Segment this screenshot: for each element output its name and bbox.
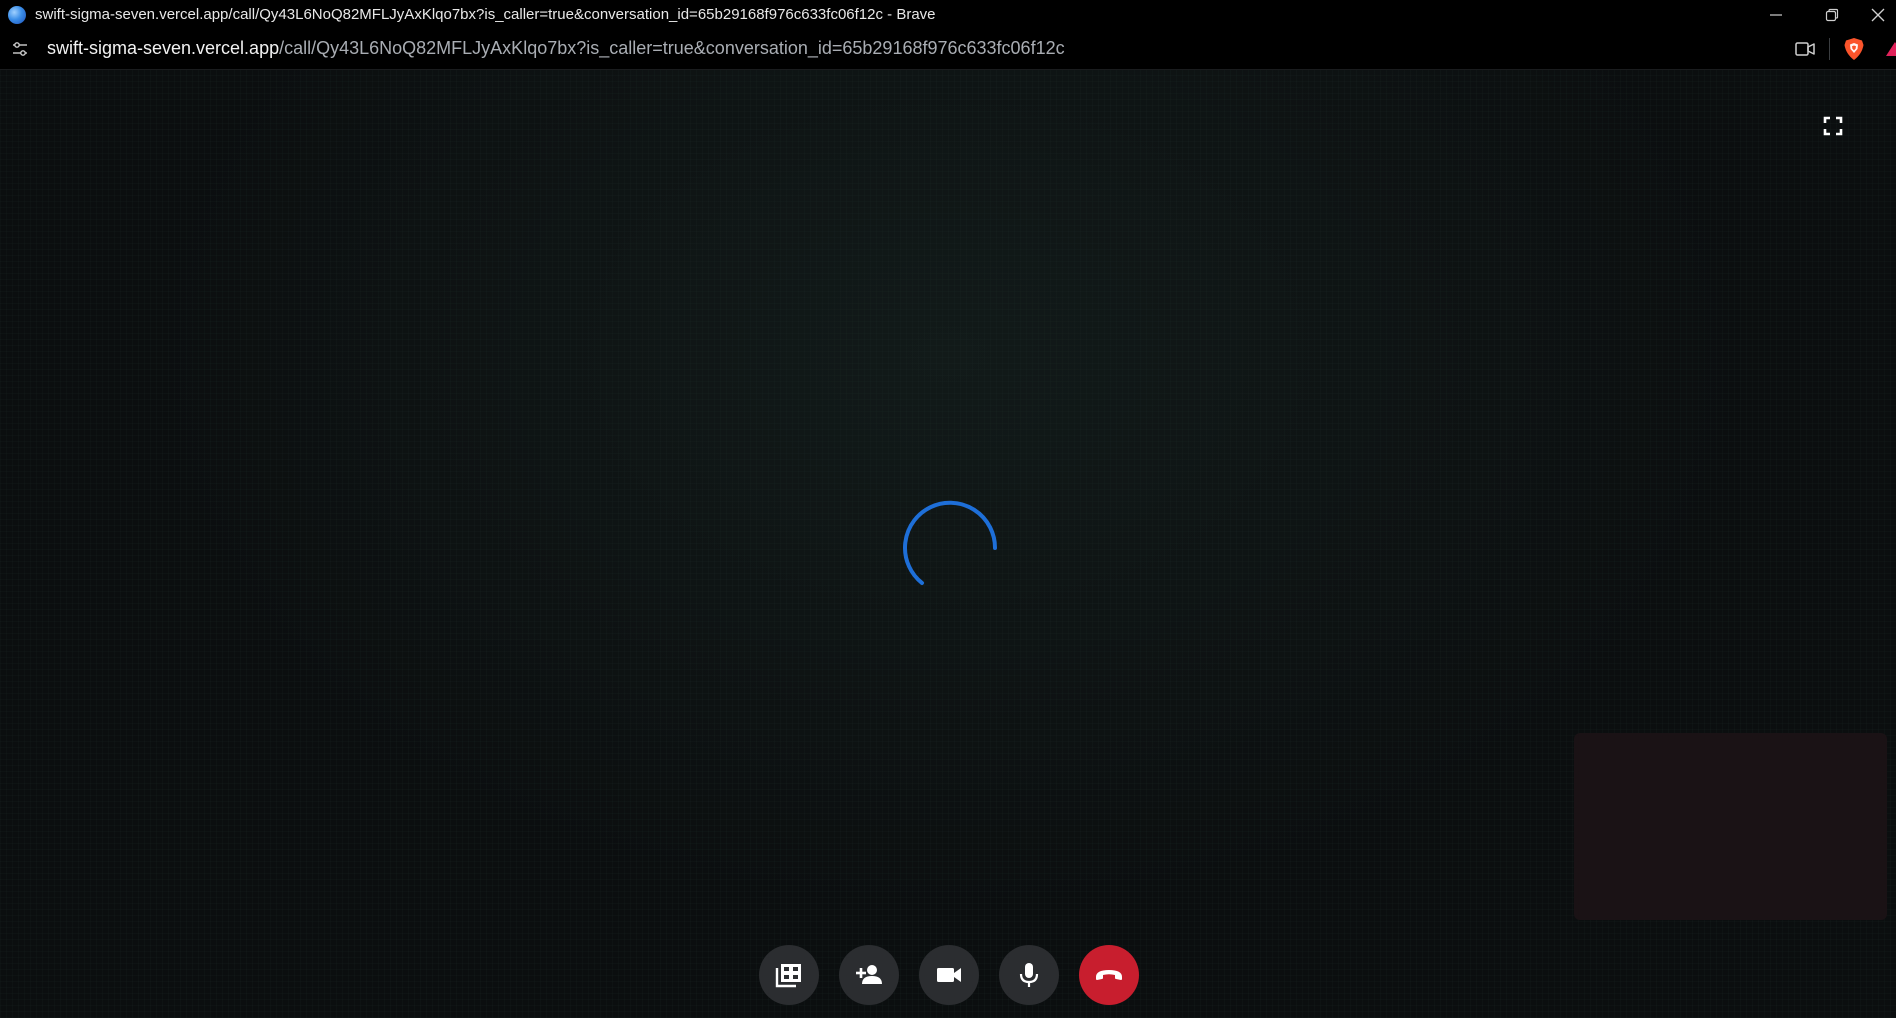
- title-bar: swift-sigma-seven.vercel.app/call/Qy43L6…: [0, 0, 1896, 29]
- address-bar-divider: [1829, 38, 1830, 60]
- call-end-icon: [1096, 970, 1122, 980]
- add-participant-button[interactable]: [839, 945, 899, 1005]
- brave-rewards-button[interactable]: [1884, 41, 1896, 57]
- brave-shield-button[interactable]: [1843, 37, 1865, 61]
- url-path: /call/Qy43L6NoQ82MFLJyAxKlqo7bx?is_calle…: [279, 38, 1065, 58]
- call-stage: [0, 70, 1896, 1018]
- restore-icon: [1825, 8, 1839, 21]
- fullscreen-icon: [1823, 116, 1843, 136]
- close-icon: [1871, 8, 1885, 21]
- brave-shield-icon: [1844, 38, 1864, 60]
- close-button[interactable]: [1860, 0, 1896, 29]
- fullscreen-button[interactable]: [1821, 114, 1845, 138]
- minimize-icon: [1770, 13, 1782, 16]
- mic-icon: [1019, 963, 1039, 987]
- call-controls: [759, 945, 1139, 1005]
- site-settings-icon: [13, 42, 27, 56]
- grid-view-icon: [775, 964, 801, 988]
- minimize-button[interactable]: [1748, 0, 1804, 29]
- window-title: swift-sigma-seven.vercel.app/call/Qy43L6…: [35, 6, 936, 23]
- camera-permission-button[interactable]: [1794, 39, 1816, 59]
- brave-rewards-icon: [1886, 42, 1896, 56]
- camera-toggle-button[interactable]: [919, 945, 979, 1005]
- restore-button[interactable]: [1804, 0, 1860, 29]
- globe-favicon-icon: [8, 5, 26, 24]
- microphone-toggle-button[interactable]: [999, 945, 1059, 1005]
- loading-spinner-icon: [903, 500, 998, 585]
- videocam-icon: [937, 968, 961, 982]
- grid-layout-button[interactable]: [759, 945, 819, 1005]
- url-host: swift-sigma-seven.vercel.app: [47, 38, 280, 58]
- local-video-preview[interactable]: [1574, 733, 1887, 920]
- camera-icon: [1795, 42, 1815, 56]
- site-settings-button[interactable]: [11, 40, 29, 58]
- url-field[interactable]: swift-sigma-seven.vercel.app/call/Qy43L6…: [47, 38, 1065, 59]
- address-bar: swift-sigma-seven.vercel.app/call/Qy43L6…: [0, 29, 1896, 70]
- browser-window: swift-sigma-seven.vercel.app/call/Qy43L6…: [0, 0, 1896, 1018]
- person-add-icon: [856, 965, 882, 984]
- end-call-button[interactable]: [1079, 945, 1139, 1005]
